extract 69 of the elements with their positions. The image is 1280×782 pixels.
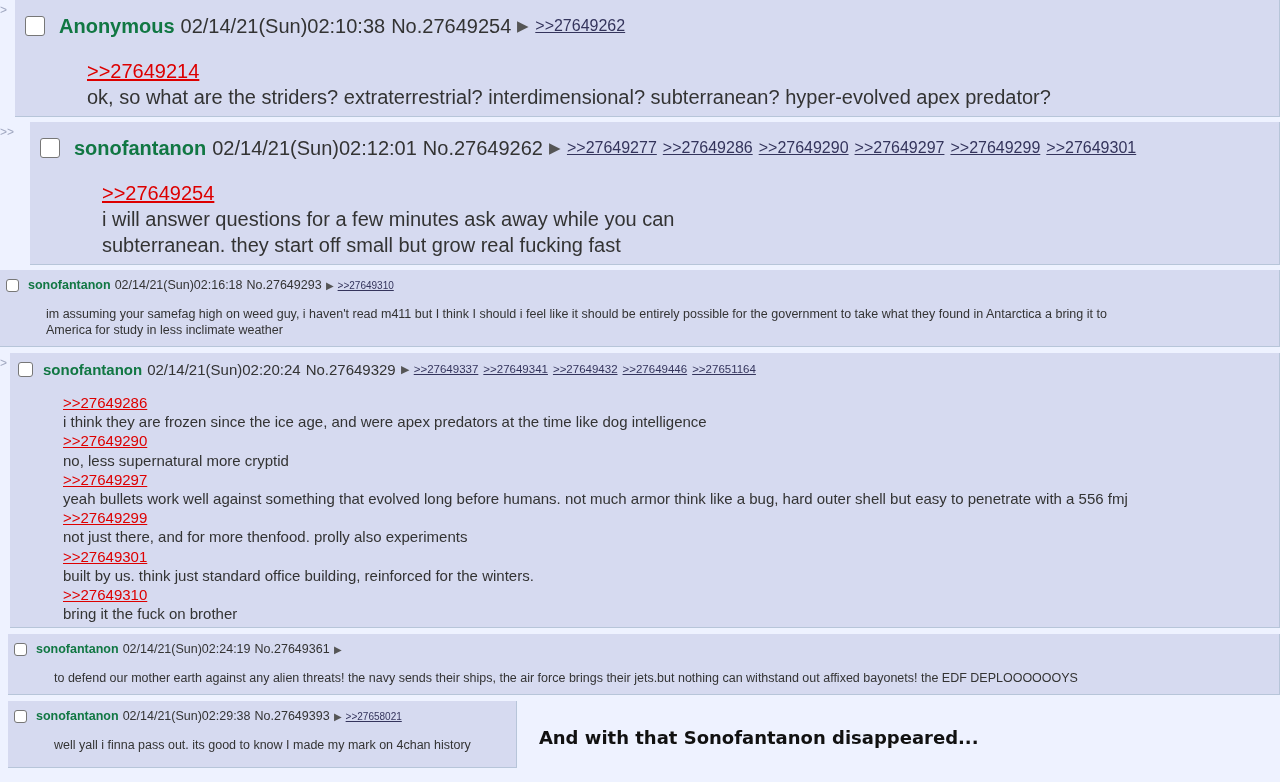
backlink[interactable]: >>27649446	[622, 363, 688, 375]
poster-name: sonofantanon	[28, 278, 111, 292]
post-checkbox[interactable]	[14, 709, 27, 723]
quote-link[interactable]: >>27649310	[63, 585, 148, 605]
backlink[interactable]: >>27649341	[483, 363, 548, 375]
backlink[interactable]: >>27649337	[413, 363, 479, 375]
post-number[interactable]: No.27649361	[254, 642, 330, 657]
backlink[interactable]: >>27649262	[535, 17, 626, 35]
post-text: yeah bullets work well against something that evolved long before humans. not much armor think like a bug, hard outer shell but easy to penetrate with a 556 fmj	[63, 489, 1128, 509]
quote-link[interactable]: >>27649214	[87, 58, 200, 84]
backlink[interactable]: >>27658021	[345, 710, 402, 722]
post-number[interactable]: No.27649254	[391, 14, 512, 38]
backlink[interactable]: >>27649297	[854, 139, 945, 157]
poster-name: sonofantanon	[74, 136, 207, 160]
post-menu-arrow[interactable]: ▶	[325, 279, 334, 291]
post-text: America for study in less inclimate weather	[46, 322, 283, 338]
post-menu-arrow[interactable]: ▶	[548, 139, 561, 157]
quote-link[interactable]: >>27649290	[63, 431, 148, 451]
backlink[interactable]: >>27649310	[337, 279, 394, 291]
post-menu-arrow[interactable]: ▶	[333, 643, 342, 655]
post-date: 02/14/21(Sun)02:16:18	[114, 278, 243, 292]
backlink[interactable]: >>27649286	[662, 139, 753, 157]
post-text: ok, so what are the striders? extraterrestrial? interdimensional? subterranean? hyper-evolved apex predator?	[87, 85, 1051, 110]
post-text: im assuming your samefag high on weed guy, i haven't read m411 but I think I should i feel like it should be entirely possible for the government to take what they found in Antarctica a bring it to	[46, 306, 1107, 322]
poster-name: sonofantanon	[36, 709, 119, 724]
poster-name: Anonymous	[59, 14, 175, 38]
post-text: not just there, and for more thenfood. prolly also experiments	[63, 527, 468, 547]
quote-link[interactable]: >>27649299	[63, 508, 148, 528]
backlink[interactable]: >>27649299	[950, 139, 1041, 157]
post-menu-arrow[interactable]: ▶	[517, 17, 530, 35]
poster-name: sonofantanon	[36, 642, 119, 657]
poster-name: sonofantanon	[43, 360, 143, 378]
post-number[interactable]: No.27649393	[254, 709, 330, 724]
post-text: no, less supernatural more cryptid	[63, 450, 289, 470]
post-number[interactable]: No.27649329	[305, 360, 396, 378]
post-text: to defend our mother earth against any alien threats! the navy sends their ships, the air force brings their jets.but nothing can withstand out affixed bayonets! the EDF DEPLOOOOOOYS	[54, 670, 1078, 687]
post-number[interactable]: No.27649262	[422, 136, 543, 160]
post-menu-arrow[interactable]: ▶	[333, 710, 342, 722]
post-menu-arrow[interactable]: ▶	[400, 362, 409, 376]
post-date: 02/14/21(Sun)02:20:24	[147, 360, 301, 378]
post-date: 02/14/21(Sun)02:24:19	[122, 642, 251, 657]
quote-link[interactable]: >>27649301	[63, 546, 148, 566]
post-text: well yall i finna pass out. its good to know I made my mark on 4chan history	[54, 737, 471, 754]
quote-link[interactable]: >>27649254	[102, 180, 215, 206]
post-checkbox[interactable]	[18, 361, 33, 377]
post-checkbox[interactable]	[40, 138, 60, 158]
post-text: bring it the fuck on brother	[63, 604, 238, 624]
post-checkbox[interactable]	[14, 642, 27, 656]
post-text: subterranean. they start off small but grow real fucking fast	[102, 233, 621, 258]
reply-marker: >	[0, 355, 8, 369]
post-date: 02/14/21(Sun)02:12:01	[212, 136, 417, 160]
reply-marker: >	[0, 2, 8, 16]
post-date: 02/14/21(Sun)02:10:38	[180, 14, 386, 38]
backlink[interactable]: >>27649301	[1046, 139, 1137, 157]
post-text: i think they are frozen since the ice age, and were apex predators at the time like dog intelligence	[63, 412, 707, 432]
post-checkbox[interactable]	[6, 278, 19, 292]
post-date: 02/14/21(Sun)02:29:38	[122, 709, 251, 724]
quote-link[interactable]: >>27649286	[63, 393, 148, 413]
post-text: i will answer questions for a few minutes ask away while you can	[102, 207, 675, 232]
reply-marker: >>	[0, 124, 15, 138]
backlink[interactable]: >>27649290	[758, 139, 849, 157]
post-checkbox[interactable]	[25, 16, 45, 36]
backlink[interactable]: >>27651164	[692, 363, 756, 375]
caption-text: And with that Sonofantanon disappeared...	[537, 726, 979, 749]
post-text: built by us. think just standard office building, reinforced for the winters.	[63, 565, 534, 586]
quote-link[interactable]: >>27649297	[63, 469, 148, 489]
post-number[interactable]: No.27649293	[246, 278, 322, 292]
backlink[interactable]: >>27649432	[552, 363, 618, 375]
backlink[interactable]: >>27649277	[566, 139, 657, 157]
